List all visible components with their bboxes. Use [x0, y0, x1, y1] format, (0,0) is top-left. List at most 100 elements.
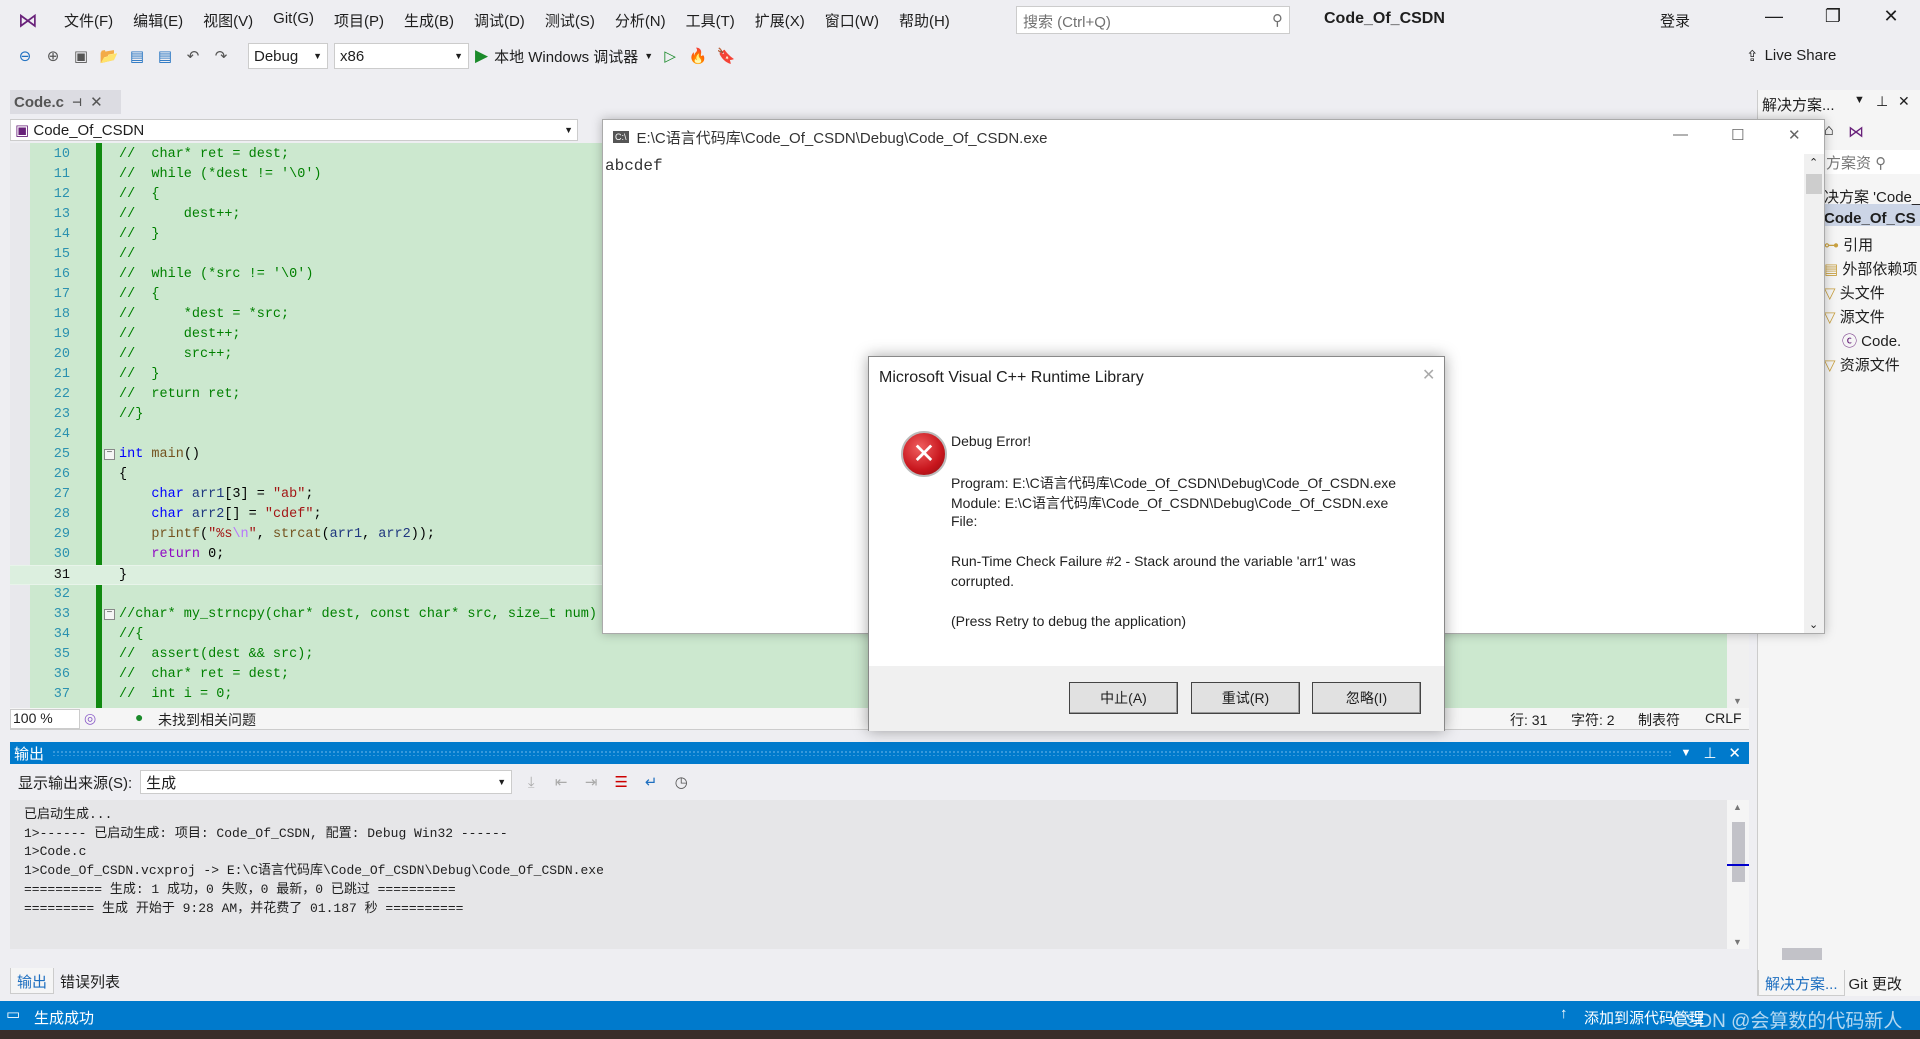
clear-all-icon[interactable]: ☰ [610, 773, 632, 791]
tab-git-changes[interactable]: Git 更改 [1845, 970, 1906, 996]
hot-reload-icon[interactable]: 🔥 [687, 47, 709, 65]
solution-tree-item[interactable]: ▽ 头文件 [1824, 282, 1885, 303]
menu-item[interactable]: 调试(D) [464, 10, 535, 31]
close-panel-icon[interactable]: ✕ [1728, 744, 1741, 762]
save-all-icon[interactable]: ▤ [154, 47, 176, 65]
code-token-var: arr2 [378, 527, 411, 542]
pin-icon[interactable]: ⊥ [1876, 93, 1888, 110]
solution-tree-item[interactable]: ▽ 资源文件 [1824, 354, 1900, 375]
scroll-down-icon[interactable]: ▼ [1733, 696, 1742, 706]
dropdown-icon[interactable]: ▼ [1680, 747, 1691, 759]
code-text: printf("%s\n", strcat(arr1, arr2)); [119, 525, 435, 545]
abort-button[interactable]: 中止(A) [1069, 682, 1178, 714]
dropdown-icon[interactable]: ▼ [1854, 94, 1865, 106]
output-source-select[interactable]: 生成 ▼ [140, 770, 513, 794]
solution-search-input[interactable]: 方案资 ⚲ [1824, 150, 1920, 174]
indent-indicator[interactable]: 制表符 [1638, 710, 1680, 730]
menu-item[interactable]: 扩展(X) [745, 10, 815, 31]
scroll-up-icon[interactable]: ▲ [1733, 802, 1742, 812]
save-icon[interactable]: ▤ [126, 47, 148, 65]
solution-tree-item[interactable]: Code_Of_CS [1824, 210, 1916, 227]
home-icon[interactable]: ⌂ [1824, 122, 1834, 140]
scroll-thumb[interactable] [1806, 174, 1822, 194]
code-token-kw: char [151, 507, 184, 522]
notification-icon[interactable]: ▭ [6, 1005, 20, 1023]
console-title-bar[interactable]: C:\ E:\C语言代码库\Code_Of_CSDN\Debug\Code_Of… [603, 120, 1824, 154]
retry-button[interactable]: 重试(R) [1191, 682, 1300, 714]
previous-message-icon[interactable]: ⇤ [550, 773, 572, 791]
minimize-button[interactable]: — [1759, 6, 1789, 27]
output-scrollbar[interactable]: ▲ ▼ [1727, 800, 1749, 949]
collapse-icon[interactable]: − [104, 449, 115, 460]
close-button[interactable]: ✕ [1876, 6, 1906, 27]
forward-icon[interactable]: ⊕ [42, 47, 64, 65]
scroll-down-icon[interactable]: ▼ [1733, 937, 1742, 947]
restore-button[interactable]: ❐ [1818, 6, 1848, 27]
scroll-thumb[interactable] [1732, 822, 1745, 882]
maximize-button[interactable]: ☐ [1731, 126, 1744, 144]
switch-views-icon[interactable]: ⋈ [1848, 122, 1864, 142]
undo-icon[interactable]: ↶ [182, 47, 204, 65]
console-scrollbar[interactable]: ⌃ ⌄ [1804, 154, 1824, 633]
back-icon[interactable]: ⊖ [14, 47, 36, 65]
issues-status[interactable]: 未找到相关问题 [158, 710, 256, 730]
tab-code-c[interactable]: Code.c ⊣ ✕ [10, 90, 121, 114]
eol-indicator[interactable]: CRLF [1705, 710, 1742, 726]
menu-item[interactable]: 工具(T) [676, 10, 745, 31]
open-icon[interactable]: 📂 [98, 47, 120, 65]
horizontal-scroll-thumb[interactable] [1782, 948, 1822, 960]
tab-solution-explorer[interactable]: 解决方案... [1758, 970, 1845, 996]
collapse-icon[interactable]: − [104, 609, 115, 620]
code-token-plain: ( [321, 527, 330, 542]
code-token-plain: )); [410, 527, 435, 542]
menu-item[interactable]: Git(G) [263, 10, 324, 31]
pin-icon[interactable]: ⊥ [1703, 744, 1716, 762]
start-without-debugging-icon[interactable]: ▷ [659, 47, 681, 65]
scroll-up-icon[interactable]: ⌃ [1809, 156, 1818, 169]
tab-close-icon[interactable]: ✕ [90, 93, 103, 111]
timestamp-icon[interactable]: ◷ [670, 773, 692, 791]
platform-select[interactable]: x86 ▼ [334, 43, 469, 69]
bookmark-icon[interactable]: 🔖 [715, 47, 737, 65]
output-text[interactable]: 已启动生成... 1>------ 已启动生成: 项目: Code_Of_CSDN… [10, 800, 1727, 949]
solution-tree-item[interactable]: ⓒ Code. [1842, 330, 1901, 351]
new-project-icon[interactable]: ▣ [70, 47, 92, 65]
line-indicator[interactable]: 行: 31 [1510, 710, 1547, 730]
close-icon[interactable]: ✕ [1898, 93, 1910, 110]
menu-item[interactable]: 项目(P) [324, 10, 394, 31]
login-button[interactable]: 登录 [1660, 10, 1690, 31]
scroll-down-icon[interactable]: ⌄ [1809, 618, 1818, 631]
menu-item[interactable]: 分析(N) [605, 10, 676, 31]
solution-tree-item[interactable]: 决方案 'Code_ [1824, 186, 1920, 207]
zoom-select[interactable]: 100 % [10, 709, 80, 729]
project-scope-dropdown[interactable]: ▣ Code_Of_CSDN ▼ [10, 119, 578, 141]
menu-item[interactable]: 文件(F) [54, 10, 123, 31]
menu-item[interactable]: 窗口(W) [815, 10, 889, 31]
menu-item[interactable]: 生成(B) [394, 10, 464, 31]
redo-icon[interactable]: ↷ [210, 47, 232, 65]
ignore-button[interactable]: 忽略(I) [1312, 682, 1421, 714]
menu-item[interactable]: 帮助(H) [889, 10, 960, 31]
solution-tree-item[interactable]: ▤ 外部依赖项 [1824, 258, 1917, 279]
solution-tree-item[interactable]: ▽ 源文件 [1824, 306, 1885, 327]
live-share-button[interactable]: ⇪ Live Share [1746, 47, 1836, 65]
close-button[interactable]: ✕ [1788, 126, 1801, 144]
configuration-select[interactable]: Debug ▼ [248, 43, 328, 69]
pin-icon[interactable]: ⊣ [72, 96, 82, 109]
start-debugging-button[interactable]: ▶ 本地 Windows 调试器 ▼ [475, 46, 653, 67]
minimize-button[interactable]: — [1673, 126, 1688, 143]
search-input[interactable]: 搜索 (Ctrl+Q) ⚲ [1016, 6, 1290, 34]
word-wrap-icon[interactable]: ↵ [640, 773, 662, 791]
menu-item[interactable]: 视图(V) [193, 10, 263, 31]
menu-item[interactable]: 测试(S) [535, 10, 605, 31]
next-message-icon[interactable]: ⇥ [580, 773, 602, 791]
visual-studio-logo-icon: ⋈ [18, 9, 38, 32]
solution-tree-item[interactable]: ⊶ 引用 [1824, 234, 1873, 255]
char-indicator[interactable]: 字符: 2 [1571, 710, 1615, 730]
tab-output[interactable]: 输出 [10, 968, 55, 994]
goto-message-icon[interactable]: ⤓ [520, 774, 542, 791]
tab-error-list[interactable]: 错误列表 [54, 968, 126, 994]
dialog-close-button[interactable]: ✕ [1422, 365, 1435, 385]
menu-item[interactable]: 编辑(E) [123, 10, 193, 31]
